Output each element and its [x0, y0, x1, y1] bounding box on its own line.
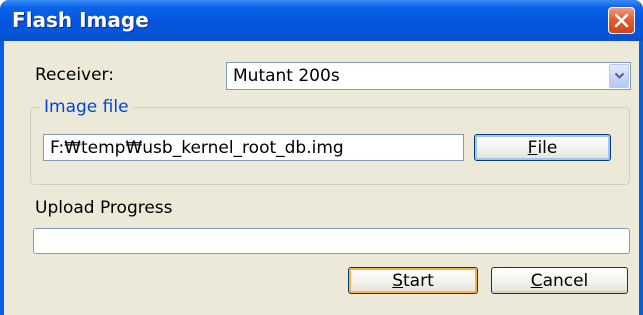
- close-button[interactable]: [608, 7, 635, 34]
- start-button[interactable]: Start: [348, 267, 478, 294]
- image-file-path-input[interactable]: F:₩temp₩usb_kernel_root_db.img: [43, 134, 464, 161]
- dialog-body: Receiver: Mutant 200s Image file F:₩temp…: [4, 41, 639, 315]
- image-file-legend: Image file: [40, 97, 133, 117]
- cancel-button[interactable]: Cancel: [491, 267, 628, 294]
- file-button-mnemonic: F: [527, 137, 538, 158]
- chevron-down-icon: [614, 72, 624, 79]
- start-button-label: tart: [403, 270, 434, 291]
- cancel-button-mnemonic: C: [530, 270, 543, 291]
- upload-progress-label: Upload Progress: [35, 198, 173, 218]
- close-x-icon: [614, 13, 629, 28]
- receiver-select[interactable]: Mutant 200s: [226, 62, 631, 90]
- cancel-button-label: ancel: [542, 270, 589, 291]
- receiver-dropdown-button[interactable]: [609, 64, 629, 88]
- receiver-label: Receiver:: [35, 65, 114, 85]
- title-bar[interactable]: Flash Image: [0, 0, 643, 41]
- flash-image-dialog: Flash Image Receiver: Mutant 200s Image …: [0, 0, 643, 315]
- file-button-label: ile: [537, 137, 558, 158]
- start-button-mnemonic: S: [392, 270, 404, 291]
- upload-progress-bar: [33, 228, 630, 254]
- file-browse-button[interactable]: File: [474, 134, 611, 161]
- window-title: Flash Image: [12, 8, 149, 32]
- receiver-selected-value: Mutant 200s: [233, 66, 340, 86]
